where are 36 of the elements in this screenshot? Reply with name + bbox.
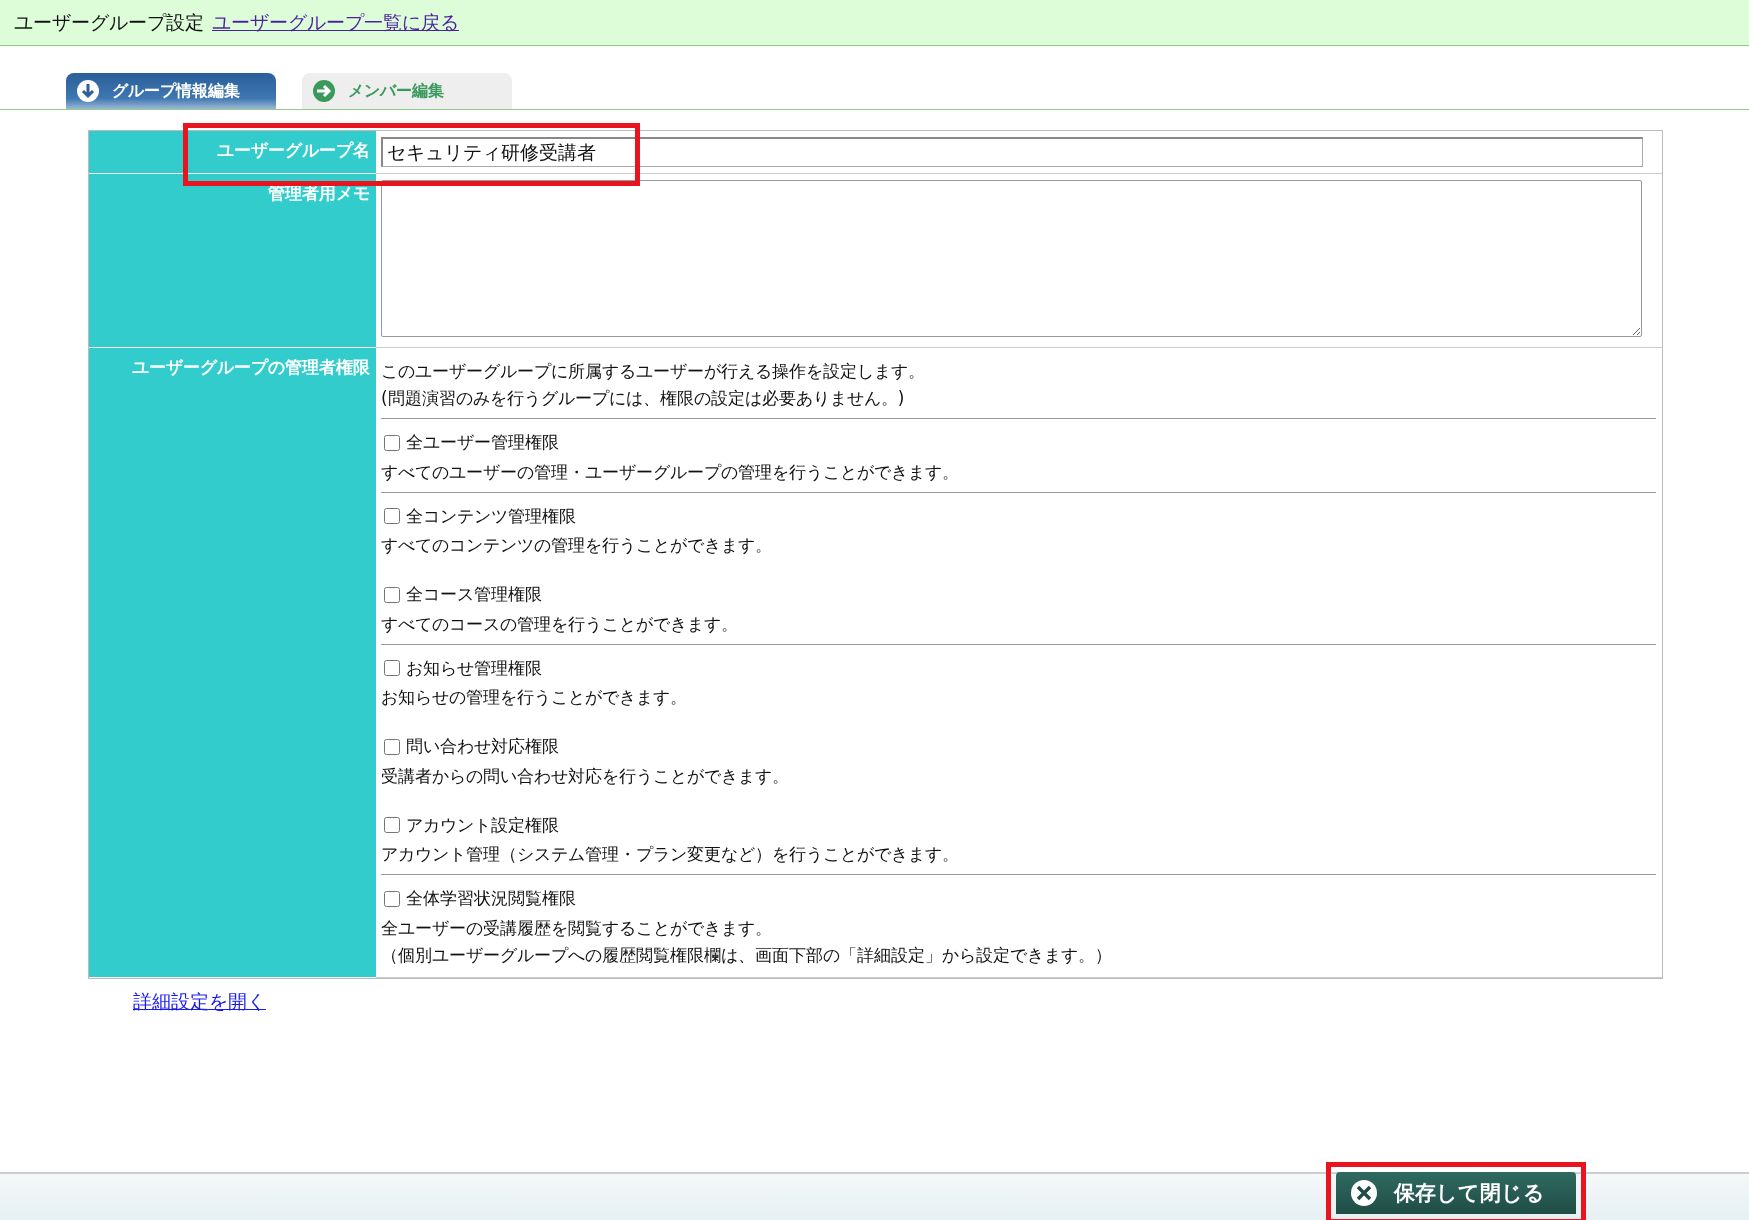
description-text: すべてのユーザーの管理・ユーザーグループの管理を行うことができます。 <box>381 460 960 484</box>
checkbox-label[interactable]: アカウント設定権限 <box>381 811 559 839</box>
checkbox[interactable] <box>384 508 400 524</box>
intro-text: (問題演習のみを行うグループには、権限の設定は必要ありません。) <box>381 387 906 410</box>
checkbox[interactable] <box>384 738 400 755</box>
save-close-button[interactable]: 保存して閉じる <box>1336 1172 1576 1214</box>
checkbox-label[interactable]: 全体学習状況閲覧権限 <box>381 885 576 912</box>
checkbox-label[interactable]: 全コンテンツ管理権限 <box>381 502 576 530</box>
checkbox[interactable] <box>384 890 400 907</box>
arrow-down-icon <box>76 79 100 103</box>
field-label: ユーザーグループの管理者権限 <box>89 348 376 978</box>
description-text: アカウント管理（システム管理・プラン変更など）を行うことができます。 <box>381 843 960 866</box>
checkbox[interactable] <box>384 434 400 451</box>
checkbox-label[interactable]: 全コース管理権限 <box>381 581 542 608</box>
checkbox-label[interactable]: お知らせ管理権限 <box>381 654 542 682</box>
intro-text: このユーザーグループに所属するユーザーが行える操作を設定します。 <box>381 360 926 383</box>
memo-field[interactable] <box>381 180 1642 337</box>
page-title: ユーザーグループ設定 <box>14 9 204 35</box>
description-text: お知らせの管理を行うことができます。 <box>381 686 688 709</box>
checkbox-label[interactable]: 問い合わせ対応権限 <box>381 733 559 760</box>
checkbox[interactable] <box>384 586 400 603</box>
close-icon <box>1350 1179 1378 1207</box>
tab[interactable]: グループ情報編集 <box>66 73 276 109</box>
advanced-settings-link[interactable]: 詳細設定を開く <box>133 988 266 1015</box>
input-field[interactable]: セキュリティ研修受講者 <box>381 137 1643 167</box>
checkbox-label[interactable]: 全ユーザー管理権限 <box>381 429 559 456</box>
description-text: すべてのコンテンツの管理を行うことができます。 <box>381 534 773 557</box>
description-text: 全ユーザーの受講履歴を閲覧することができます。 <box>381 916 773 940</box>
checkbox[interactable] <box>384 817 400 833</box>
arrow-right-icon <box>312 79 336 103</box>
back-link[interactable]: ユーザーグループ一覧に戻る <box>212 9 459 36</box>
field-label: ユーザーグループ名 <box>89 131 376 174</box>
description-text: 受講者からの問い合わせ対応を行うことができます。 <box>381 764 790 788</box>
description-text: すべてのコースの管理を行うことができます。 <box>381 612 739 636</box>
checkbox[interactable] <box>384 660 400 676</box>
description-text: （個別ユーザーグループへの履歴閲覧権限欄は、画面下部の「詳細設定」から設定できます。） <box>381 943 1113 967</box>
